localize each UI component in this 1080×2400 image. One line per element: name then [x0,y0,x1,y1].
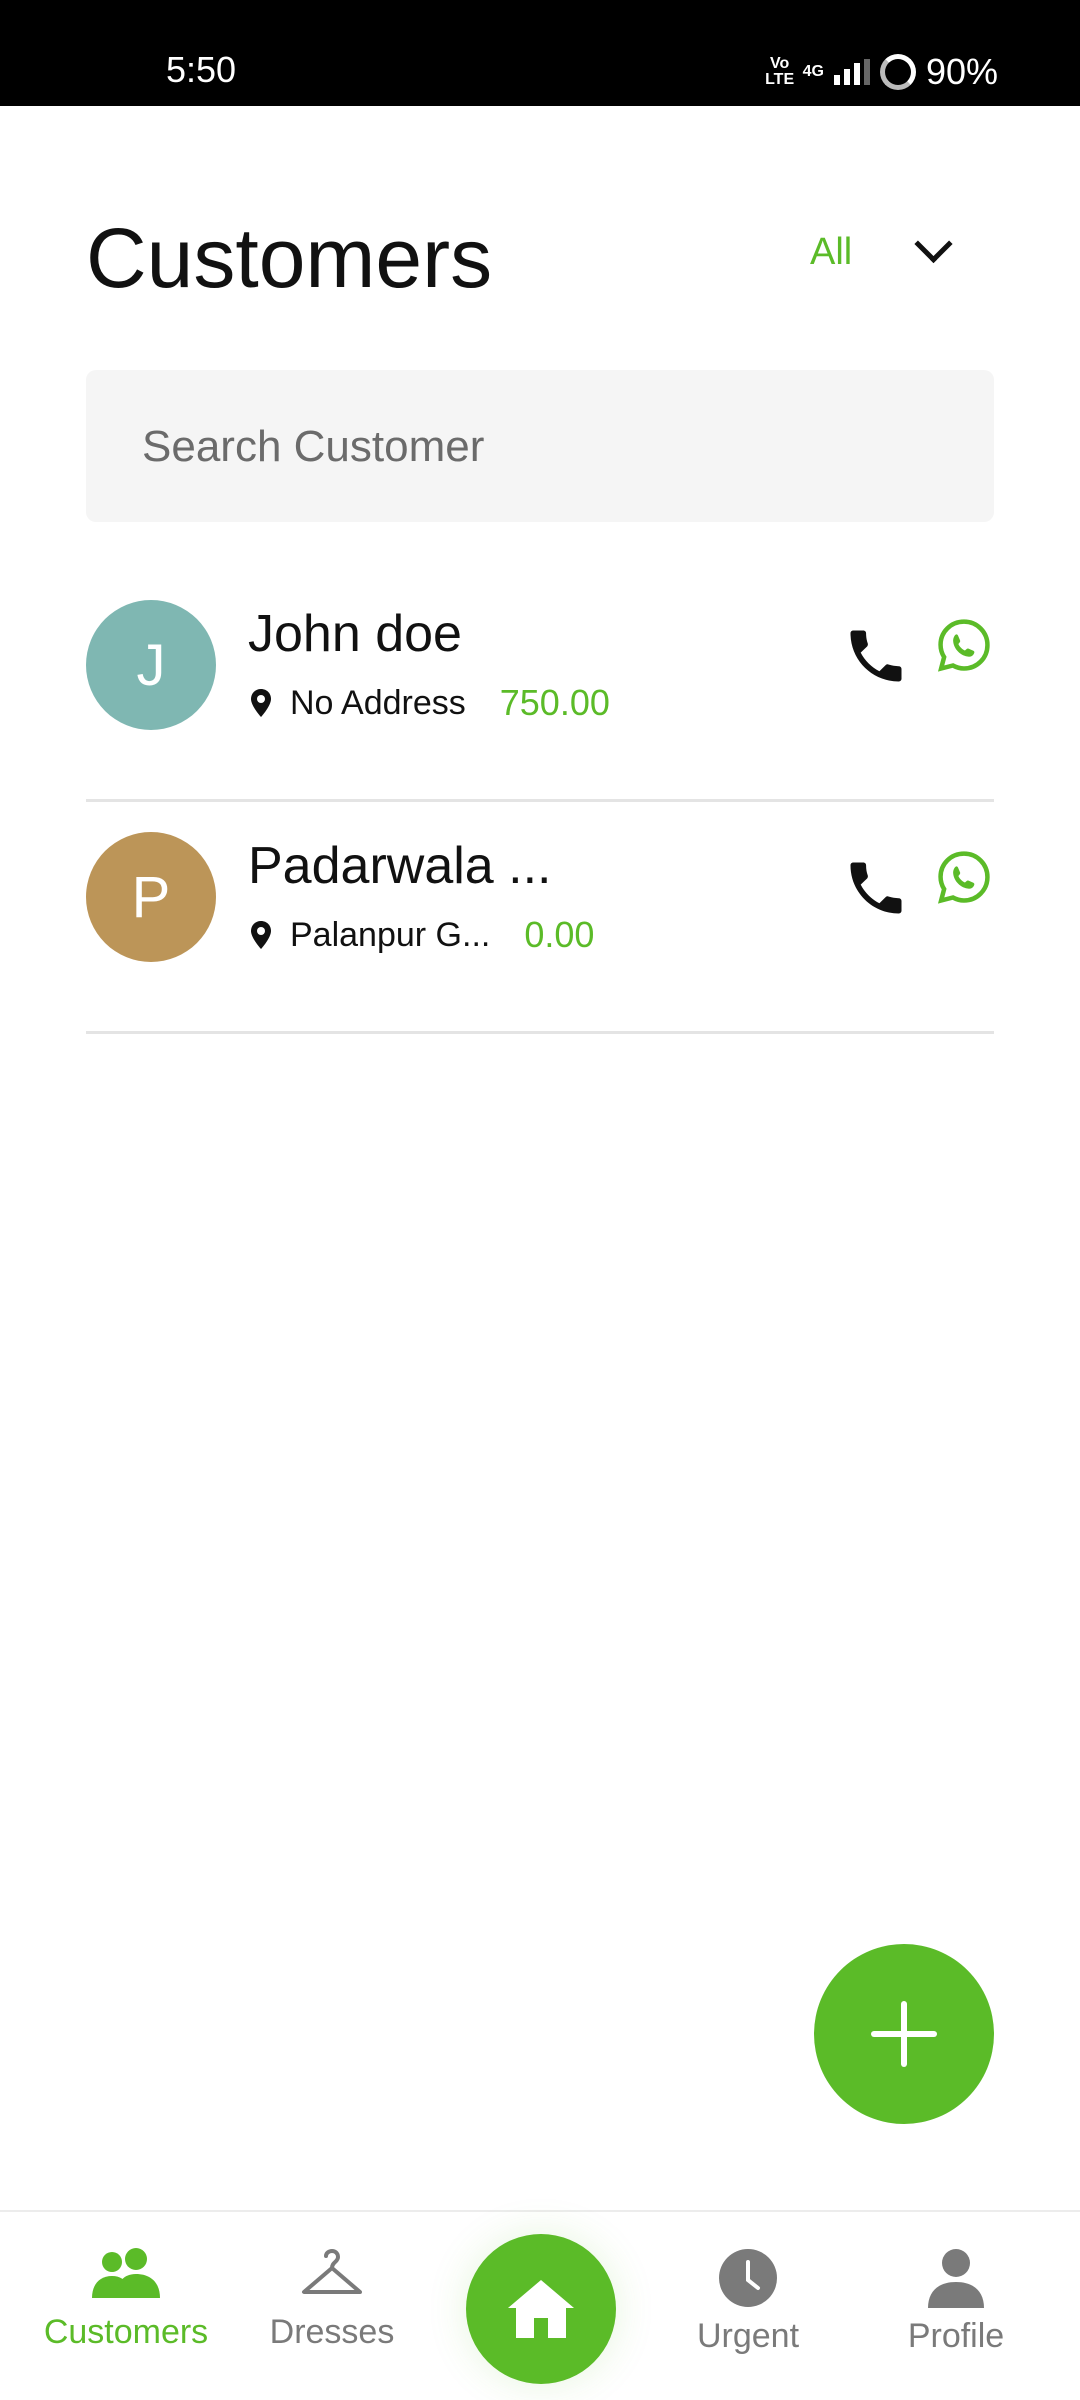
filter-dropdown[interactable]: All [810,222,953,282]
customer-meta: No Address 750.00 [250,678,610,728]
person-icon [928,2249,984,2308]
location-pin-icon [251,921,271,949]
avatar: J [86,600,216,730]
whatsapp-icon[interactable] [934,616,994,676]
customer-meta: Palanpur G... 0.00 [250,910,594,960]
phone-icon[interactable] [842,622,910,690]
customer-address: No Address [290,683,466,722]
location-pin-icon [251,689,271,717]
status-icons: Vo LTE 4G 90% [765,50,998,94]
network-type: 4G [802,63,824,80]
customer-row[interactable]: P Padarwala ... Palanpur G... 0.00 [86,802,994,1034]
chevron-down-icon [914,224,953,263]
people-icon [92,2248,160,2298]
clock-icon [719,2249,777,2307]
status-bar: 5:50 Vo LTE 4G 90% [0,0,1080,106]
customer-name: John doe [248,605,462,663]
bottom-nav: Customers Dresses Urgent Profile [0,2210,1080,2400]
nav-home[interactable] [466,2234,616,2384]
customer-amount: 750.00 [499,682,610,723]
search-input[interactable] [140,410,944,484]
nav-urgent[interactable]: Urgent [648,2248,848,2356]
home-icon [508,2280,574,2338]
volte-bottom-text: LTE [765,71,795,88]
search-box[interactable] [86,370,994,522]
customer-name: Padarwala ... [248,837,552,895]
nav-profile[interactable]: Profile [856,2248,1056,2356]
volte-top-text: Vo [769,55,790,72]
phone-icon[interactable] [842,854,910,922]
nav-dresses[interactable]: Dresses [232,2248,432,2352]
customer-address: Palanpur G... [290,915,491,954]
battery-level: 90% [925,51,998,92]
volte-icon: Vo LTE [765,55,795,88]
nav-label: Customers [43,2313,209,2351]
hanger-icon [302,2248,362,2294]
status-time: 5:50 [166,49,237,90]
customers-screen: 5:50 Vo LTE 4G 90% Customers All Search … [0,0,1080,2400]
network-indicator: 4G [803,64,824,80]
filter-value: All [810,230,853,273]
nav-customers[interactable]: Customers [26,2248,226,2352]
customer-row[interactable]: J John doe No Address 750.00 [86,570,994,802]
nav-label: Urgent [696,2317,800,2355]
nav-label: Dresses [269,2313,395,2351]
page-title: Customers [86,211,493,305]
whatsapp-icon[interactable] [934,848,994,908]
avatar: P [86,832,216,962]
add-customer-button[interactable] [814,1944,994,2124]
battery-icon [879,54,916,90]
nav-label: Profile [907,2317,1005,2355]
customer-amount: 0.00 [524,914,595,955]
signal-icon [833,59,870,85]
plus-icon [871,2001,937,2067]
